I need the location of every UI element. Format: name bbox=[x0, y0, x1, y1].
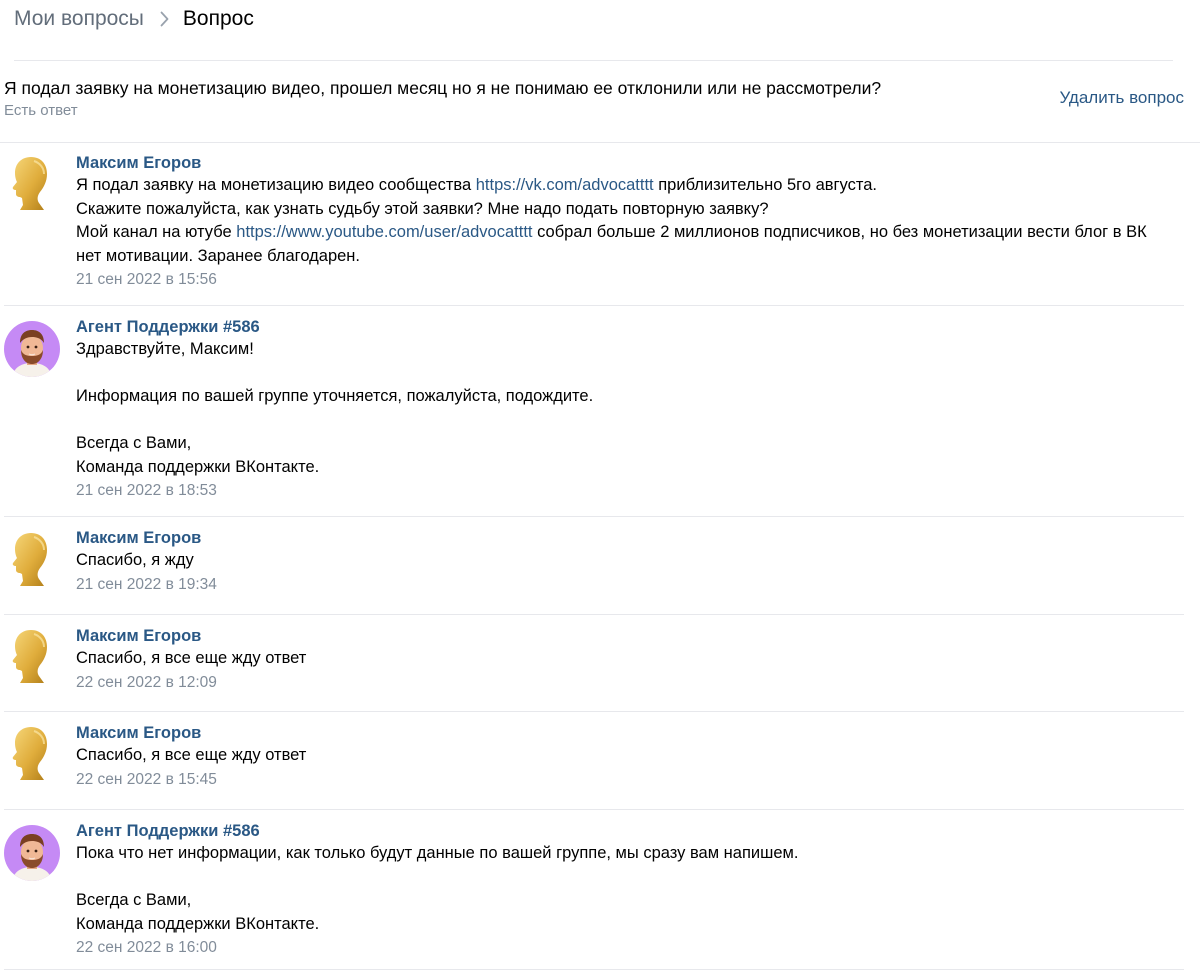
message-time[interactable]: 21 сен 2022 в 19:34 bbox=[76, 574, 1184, 596]
chevron-right-icon bbox=[160, 11, 169, 27]
message-time[interactable]: 22 сен 2022 в 16:00 bbox=[76, 937, 1184, 959]
delete-question-button[interactable]: Удалить вопрос bbox=[1059, 88, 1184, 108]
gold-head-silhouette-icon[interactable] bbox=[4, 155, 60, 211]
breadcrumb-current: Вопрос bbox=[182, 7, 254, 30]
message-item: Максим Егоров Спасибо, я все еще жду отв… bbox=[4, 713, 1184, 810]
breadcrumb: Мои вопросы Вопрос bbox=[14, 5, 254, 33]
divider bbox=[4, 969, 1184, 970]
gold-head-silhouette-icon[interactable] bbox=[4, 531, 60, 587]
message-link[interactable]: https://vk.com/advocatttt bbox=[476, 176, 654, 194]
message-text: Я подал заявку на монетизацию видео сооб… bbox=[76, 176, 1147, 265]
message-time[interactable]: 21 сен 2022 в 15:56 bbox=[76, 269, 1184, 291]
gold-head-silhouette-icon[interactable] bbox=[4, 725, 60, 781]
message-item: Максим Егоров Я подал заявку на монетиза… bbox=[4, 143, 1184, 306]
divider bbox=[4, 516, 1184, 517]
message-author[interactable]: Агент Поддержки #586 bbox=[76, 820, 260, 842]
message-author[interactable]: Максим Егоров bbox=[76, 152, 201, 174]
message-author[interactable]: Максим Егоров bbox=[76, 527, 201, 549]
divider bbox=[14, 60, 1173, 61]
message-time[interactable]: 22 сен 2022 в 15:45 bbox=[76, 769, 1184, 791]
message-text: Спасибо, я все еще жду ответ bbox=[76, 746, 307, 764]
question-title: Я подал заявку на монетизацию видео, про… bbox=[4, 78, 882, 98]
divider bbox=[4, 305, 1184, 306]
support-agent-avatar-icon[interactable] bbox=[4, 825, 60, 881]
message-author[interactable]: Максим Егоров bbox=[76, 625, 201, 647]
message-time[interactable]: 21 сен 2022 в 18:53 bbox=[76, 480, 1184, 502]
message-item: Максим Егоров Спасибо, я жду 21 сен 2022… bbox=[4, 518, 1184, 615]
message-author[interactable]: Максим Егоров bbox=[76, 722, 201, 744]
divider bbox=[4, 711, 1184, 712]
message-author[interactable]: Агент Поддержки #586 bbox=[76, 316, 260, 338]
message-text: Здравствуйте, Максим! Информация по ваше… bbox=[76, 340, 594, 476]
gold-head-silhouette-icon[interactable] bbox=[4, 628, 60, 684]
divider bbox=[4, 809, 1184, 810]
support-agent-avatar-icon[interactable] bbox=[4, 321, 60, 377]
question-header: Я подал заявку на монетизацию видео, про… bbox=[4, 76, 1184, 119]
question-status: Есть ответ bbox=[4, 102, 78, 119]
message-link[interactable]: https://www.youtube.com/user/advocatttt bbox=[236, 223, 532, 241]
divider bbox=[4, 614, 1184, 615]
message-item: Агент Поддержки #586 Здравствуйте, Макси… bbox=[4, 307, 1184, 517]
breadcrumb-my-questions-link[interactable]: Мои вопросы bbox=[14, 7, 144, 31]
message-item: Агент Поддержки #586 Пока что нет информ… bbox=[4, 811, 1184, 970]
message-item: Максим Егоров Спасибо, я все еще жду отв… bbox=[4, 616, 1184, 712]
message-text: Спасибо, я жду bbox=[76, 551, 194, 569]
message-text: Пока что нет информации, как только буду… bbox=[76, 844, 799, 933]
message-time[interactable]: 22 сен 2022 в 12:09 bbox=[76, 672, 1184, 694]
message-text: Спасибо, я все еще жду ответ bbox=[76, 649, 307, 667]
